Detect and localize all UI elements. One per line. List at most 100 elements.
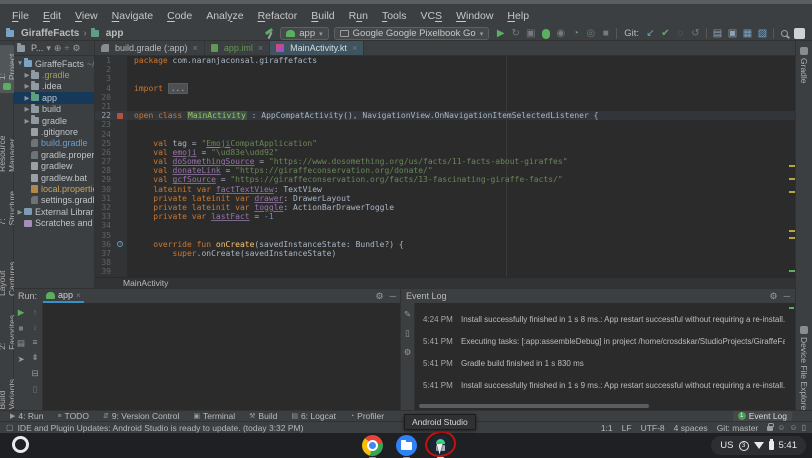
system-tray[interactable]: US 3 5:41	[711, 436, 806, 455]
inspection-profile-icon[interactable]: ☺	[777, 423, 785, 432]
gear-icon[interactable]: ⚙	[72, 43, 80, 54]
code-line[interactable]: 22open class MainActivity : AppCompatAct…	[95, 111, 795, 120]
pin-tab-icon[interactable]: ➤	[17, 354, 24, 365]
launcher-button[interactable]	[12, 436, 29, 453]
wrap-log-icon[interactable]: ✎	[404, 309, 411, 320]
breadcrumb-module[interactable]: app	[106, 28, 124, 39]
locate-file-icon[interactable]: ⊕	[54, 43, 62, 54]
debug-icon[interactable]	[539, 27, 552, 40]
toolwindow-button-4-run[interactable]: ▶4: Run	[4, 411, 49, 422]
scroll-to-end-icon[interactable]: ⇟	[31, 352, 38, 363]
restore-layout-icon[interactable]: ▤	[17, 338, 25, 349]
tree-chevron-icon[interactable]: ▼	[16, 60, 24, 67]
toolwindow-button-terminal[interactable]: ▣Terminal	[187, 411, 241, 422]
tree-item-app[interactable]: ▶app	[14, 92, 94, 103]
horizontal-scrollbar[interactable]	[419, 404, 649, 408]
status-message[interactable]: IDE and Plugin Updates: Android Studio i…	[18, 423, 304, 433]
run-icon[interactable]: ▶	[494, 27, 507, 40]
notifications-icon[interactable]: ▯	[802, 423, 806, 432]
menu-tools[interactable]: Tools	[375, 8, 414, 24]
close-icon[interactable]: ×	[352, 43, 357, 53]
clear-icon[interactable]: ▯	[33, 384, 38, 395]
code-line[interactable]: 3	[95, 74, 795, 83]
update-project-icon[interactable]: ↙	[644, 27, 657, 40]
event-log-button[interactable]: 1Event Log	[733, 411, 792, 422]
chevron-down-icon[interactable]: ▾	[46, 43, 51, 54]
code-line[interactable]: 33 private var lastFact = -1	[95, 212, 795, 221]
stop-release-icon[interactable]: ▣	[524, 27, 537, 40]
device-dropdown[interactable]: Google Google Pixelbook Go ▾	[334, 27, 490, 40]
apply-code-changes-icon[interactable]: ◉	[554, 27, 567, 40]
code-line[interactable]: 30 lateinit var factTextView: TextView	[95, 185, 795, 194]
override-gutter-icon[interactable]: ↑	[117, 241, 123, 247]
indent-config[interactable]: 4 spaces	[674, 423, 708, 433]
menu-analyze[interactable]: Analyze	[199, 8, 250, 24]
code-line[interactable]: 37 super.onCreate(savedInstanceState)	[95, 249, 795, 258]
toolwindow-button-9-version-control[interactable]: ⇵9: Version Control	[97, 411, 185, 422]
tree-chevron-icon[interactable]: ▶	[23, 105, 31, 113]
clear-log-icon[interactable]: ▯	[405, 328, 410, 339]
menu-edit[interactable]: Edit	[36, 8, 68, 24]
commit-icon[interactable]: ✔	[659, 27, 672, 40]
caret-position[interactable]: 1:1	[601, 423, 613, 433]
code-line[interactable]: 27 val doSomethingSource = "https://www.…	[95, 157, 795, 166]
breadcrumb-project[interactable]: GiraffeFacts	[21, 28, 79, 39]
code-line[interactable]: 31 private lateinit var drawer: DrawerLa…	[95, 194, 795, 203]
search-everywhere-icon[interactable]	[778, 27, 791, 40]
tree-chevron-icon[interactable]: ▶	[23, 94, 31, 102]
minimize-icon[interactable]: ─	[390, 291, 396, 302]
build-hammer-icon[interactable]	[264, 28, 275, 39]
chrome-icon[interactable]	[362, 435, 383, 456]
gear-icon[interactable]: ⚙	[376, 291, 384, 302]
tree-item-gradlew[interactable]: gradlew	[14, 161, 94, 172]
code-line[interactable]: 21	[95, 102, 795, 111]
code-line[interactable]: 4import ...	[95, 84, 795, 93]
tree-chevron-icon[interactable]: ▶	[23, 82, 31, 90]
editor-breadcrumb[interactable]: MainActivity	[95, 277, 795, 288]
gear-icon[interactable]: ⚙	[770, 291, 778, 302]
code-line[interactable]: 39	[95, 267, 795, 276]
close-icon[interactable]: ×	[76, 291, 81, 300]
menu-run[interactable]: Run	[342, 8, 375, 24]
soft-wrap-icon[interactable]: ≡	[33, 337, 38, 347]
apply-changes-icon[interactable]: ↻	[509, 27, 522, 40]
menu-vcs[interactable]: VCS	[413, 8, 449, 24]
code-line[interactable]: 26 val emoji = "\ud83e\udd92"	[95, 148, 795, 157]
toolwindow-button-todo[interactable]: ≡TODO	[51, 411, 95, 422]
code-line[interactable]: 36↑ override fun onCreate(savedInstanceS…	[95, 240, 795, 249]
window-icon[interactable]: ▢	[6, 423, 14, 432]
toolwindow-button-profiler[interactable]: ◔Profiler	[344, 411, 390, 422]
tree-item--idea[interactable]: ▶.idea	[14, 81, 94, 92]
attach-debugger-icon[interactable]: ◎	[584, 27, 597, 40]
profile-avatar-icon[interactable]	[793, 27, 806, 40]
close-icon[interactable]: ×	[258, 43, 263, 53]
log-settings-icon[interactable]: ⚙	[404, 347, 412, 358]
tree-item-gradle-properties[interactable]: gradle.properties	[14, 149, 94, 160]
toolwindow-button-build[interactable]: ⚒Build	[243, 411, 283, 422]
menu-view[interactable]: View	[68, 8, 105, 24]
sdk-manager-icon[interactable]: ▧	[756, 27, 769, 40]
error-gutter-icon[interactable]	[117, 113, 123, 119]
run-configuration-dropdown[interactable]: app ▾	[280, 27, 328, 40]
menu-build[interactable]: Build	[304, 8, 341, 24]
code-line[interactable]: 25 val tag = "EmojiCompatApplication"	[95, 139, 795, 148]
tree-item-gradle[interactable]: ▶gradle	[14, 115, 94, 126]
stop-icon[interactable]: ■	[18, 323, 23, 333]
toolwindow-gradle[interactable]: Gradle	[799, 47, 809, 84]
run-console[interactable]	[42, 303, 400, 411]
encoding[interactable]: UTF-8	[641, 423, 665, 433]
event-log-content[interactable]: 4:24 PMInstall successfully finished in …	[414, 303, 795, 411]
layout-inspector-icon[interactable]: ▣	[726, 27, 739, 40]
inspection-profile-icon[interactable]: ☺	[789, 423, 797, 432]
menu-code[interactable]: Code	[160, 8, 199, 24]
minimize-icon[interactable]: ─	[784, 291, 790, 302]
tree-chevron-icon[interactable]: ▶	[23, 71, 31, 79]
code-line[interactable]: 35	[95, 231, 795, 240]
stop-icon[interactable]: ■	[599, 27, 612, 40]
line-separator[interactable]: LF	[622, 423, 632, 433]
breadcrumb-class[interactable]: MainActivity	[123, 278, 168, 288]
profiler-icon[interactable]: ◔	[569, 27, 582, 40]
tree-item-settings-gradle[interactable]: settings.gradle	[14, 195, 94, 206]
tree-chevron-icon[interactable]: ▶	[16, 208, 24, 216]
code-line[interactable]: 20	[95, 93, 795, 102]
